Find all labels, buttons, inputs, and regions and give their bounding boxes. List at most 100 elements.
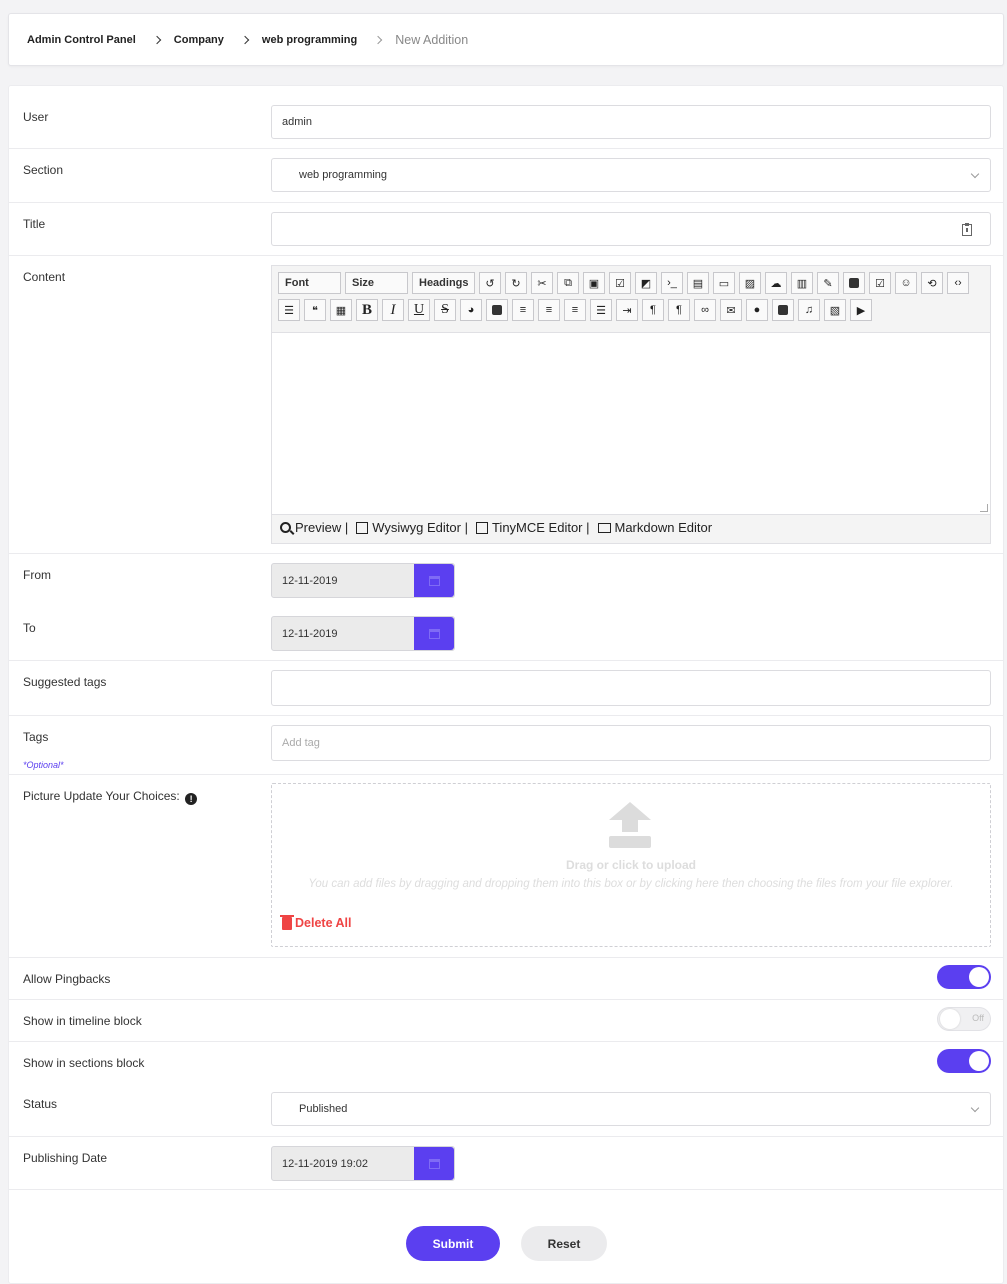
checkbox-edit-icon[interactable]: ☑	[869, 272, 891, 294]
align-center-icon[interactable]: ≡	[538, 299, 560, 321]
chevron-right-icon	[240, 35, 250, 44]
cut-icon[interactable]: ✂	[531, 272, 553, 294]
divider	[9, 774, 1003, 775]
redo-icon[interactable]: ↻	[505, 272, 527, 294]
publishing-calendar-button[interactable]	[414, 1147, 454, 1180]
preview-link[interactable]: Preview |	[295, 520, 348, 535]
tags-label: Tags	[23, 730, 49, 744]
edit-icon	[356, 521, 369, 534]
edit-box-icon[interactable]	[843, 272, 865, 294]
to-label: To	[23, 621, 36, 635]
code-terminal-icon[interactable]: ›_	[661, 272, 683, 294]
source-code-icon[interactable]: ‹›	[947, 272, 969, 294]
indent-icon[interactable]: ⇥	[616, 299, 638, 321]
pencil-icon[interactable]: ✎	[817, 272, 839, 294]
upload-hint: You can add files by dragging and droppi…	[308, 878, 954, 890]
underline-icon[interactable]: U	[408, 299, 430, 321]
external-link-icon[interactable]	[772, 299, 794, 321]
bullet-list-icon[interactable]: ☰	[278, 299, 300, 321]
divider	[9, 202, 1003, 203]
windows-icon	[597, 522, 611, 533]
status-select[interactable]: Published	[271, 1092, 991, 1126]
select-all-icon[interactable]: ☑	[609, 272, 631, 294]
new-addition-form: User admin Section web programming Title…	[8, 85, 1004, 1284]
timeline-block-label: Show in timeline block	[23, 1014, 142, 1028]
align-left-icon[interactable]: ≡	[564, 299, 586, 321]
suggested-tags-label: Suggested tags	[23, 675, 107, 689]
bold-icon[interactable]: B	[356, 299, 378, 321]
to-date-picker[interactable]: 12-11-2019	[271, 616, 455, 651]
align-justify-icon[interactable]: ☰	[590, 299, 612, 321]
chevron-right-icon	[152, 35, 162, 44]
palette-icon[interactable]: ◕	[460, 299, 482, 321]
strikethrough-icon[interactable]: S	[434, 299, 456, 321]
content-editor-area[interactable]	[272, 332, 990, 515]
sections-block-toggle[interactable]	[937, 1049, 991, 1073]
history-icon[interactable]: ⟲	[921, 272, 943, 294]
eraser-icon[interactable]: ◩	[635, 272, 657, 294]
comment-icon[interactable]: ●	[746, 299, 768, 321]
link-icon[interactable]: ∞	[694, 299, 716, 321]
search-icon	[280, 522, 291, 533]
section-select-value: web programming	[299, 169, 388, 181]
undo-icon[interactable]: ↺	[479, 272, 501, 294]
image-icon[interactable]: ▨	[739, 272, 761, 294]
paragraph-rtl-icon[interactable]: ¶	[668, 299, 690, 321]
cloud-upload-icon[interactable]: ☁	[765, 272, 787, 294]
file-upload-dropzone[interactable]: Drag or click to upload You can add file…	[271, 783, 991, 947]
paste-icon[interactable]: ▣	[583, 272, 605, 294]
publishing-date-picker[interactable]: 12-11-2019 19:02	[271, 1146, 455, 1181]
document-icon[interactable]: ▤	[687, 272, 709, 294]
title-input[interactable]	[271, 212, 991, 246]
smiley-icon[interactable]: ☺	[895, 272, 917, 294]
video-clip-icon[interactable]: ▧	[824, 299, 846, 321]
archive-icon[interactable]: ▥	[791, 272, 813, 294]
markdown-editor-link[interactable]: Markdown Editor	[615, 520, 713, 535]
reset-button[interactable]: Reset	[521, 1226, 607, 1261]
allow-pingbacks-toggle[interactable]	[937, 965, 991, 989]
wysiwyg-editor-link[interactable]: Wysiwyg Editor |	[372, 520, 468, 535]
youtube-icon[interactable]: ▶	[850, 299, 872, 321]
section-select[interactable]: web programming	[271, 158, 991, 192]
italic-icon[interactable]: I	[382, 299, 404, 321]
optional-hint: *Optional*	[23, 760, 64, 770]
timeline-block-toggle[interactable]: Off	[937, 1007, 991, 1031]
edit-icon	[475, 521, 488, 534]
to-date-value: 12-11-2019	[282, 627, 338, 640]
tinymce-editor-link[interactable]: TinyMCE Editor |	[492, 520, 590, 535]
user-input[interactable]: admin	[271, 105, 991, 139]
divider	[9, 148, 1003, 149]
breadcrumb-admin-control-panel[interactable]: Admin Control Panel	[27, 34, 136, 46]
breadcrumb-web-programming[interactable]: web programming	[262, 34, 357, 46]
font-dropdown[interactable]: Font	[278, 272, 341, 294]
info-icon[interactable]: !	[185, 793, 198, 805]
suggested-tags-input[interactable]	[271, 670, 991, 706]
clipboard-icon	[962, 223, 972, 236]
music-icon[interactable]: ♫	[798, 299, 820, 321]
background-color-icon[interactable]	[486, 299, 508, 321]
divider	[9, 957, 1003, 958]
delete-all-button[interactable]: Delete All	[280, 914, 352, 930]
frame-icon[interactable]: ▭	[713, 272, 735, 294]
toggle-knob	[940, 1009, 960, 1029]
quote-icon[interactable]: ❝	[304, 299, 326, 321]
from-date-picker[interactable]: 12-11-2019	[271, 563, 455, 598]
headings-dropdown[interactable]: Headings	[412, 272, 475, 294]
copy-icon[interactable]: ⧉	[557, 272, 579, 294]
qr-code-icon[interactable]: ▦	[330, 299, 352, 321]
from-calendar-button[interactable]	[414, 564, 454, 597]
submit-button[interactable]: Submit	[406, 1226, 500, 1261]
to-calendar-button[interactable]	[414, 617, 454, 650]
breadcrumb-company[interactable]: Company	[174, 34, 224, 46]
picture-label-text: Picture Update Your Choices:	[23, 789, 180, 803]
tags-input[interactable]: Add tag	[271, 725, 991, 761]
section-label: Section	[23, 163, 64, 177]
paragraph-ltr-icon[interactable]: ¶	[642, 299, 664, 321]
picture-label: Picture Update Your Choices: !	[23, 789, 198, 805]
divider	[9, 1041, 1003, 1042]
breadcrumb-current: New Addition	[395, 32, 469, 47]
email-icon[interactable]: ✉	[720, 299, 742, 321]
align-right-icon[interactable]: ≡	[512, 299, 534, 321]
size-dropdown[interactable]: Size	[345, 272, 408, 294]
resize-handle[interactable]	[980, 504, 988, 512]
